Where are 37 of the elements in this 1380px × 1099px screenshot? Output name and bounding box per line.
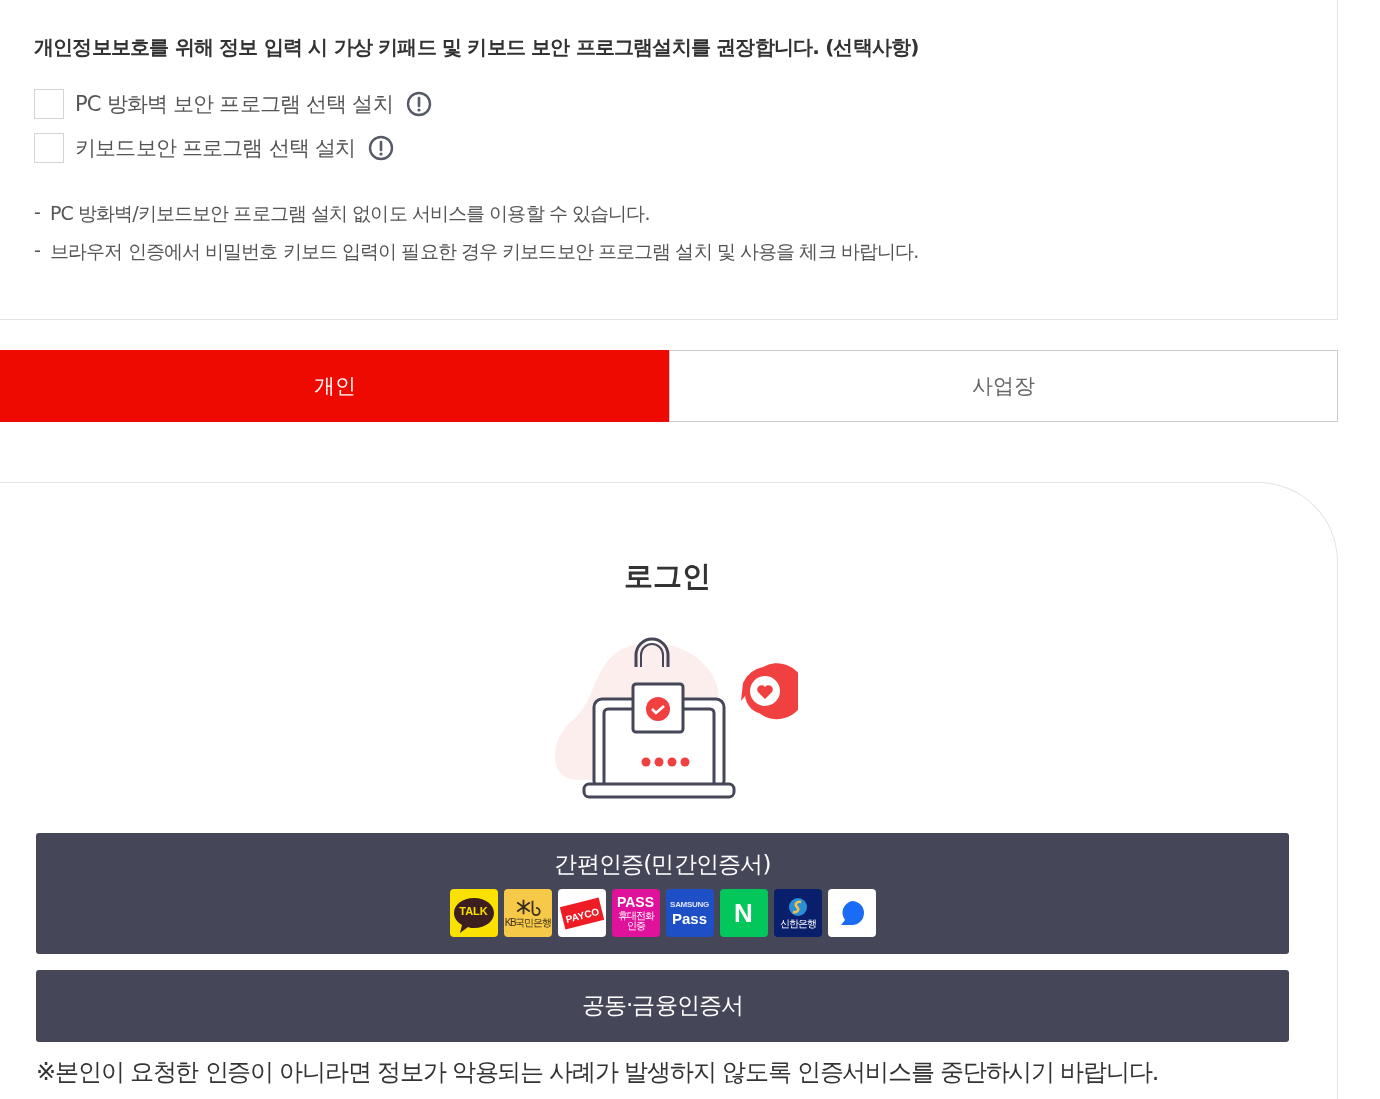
tab[interactable]: 개인 xyxy=(0,350,669,422)
info-icon[interactable] xyxy=(405,91,432,117)
logo-text: PAYCO xyxy=(564,905,600,925)
warning-text: ※본인이 요청한 인증이 아니라면 정보가 악용되는 사례가 발생하지 않도록 인증서비스를 중단하시기 바랍니다. xyxy=(36,1057,1160,1088)
logo-text: TALK xyxy=(459,905,488,917)
info-icon[interactable] xyxy=(368,135,395,161)
auth-method-button[interactable]: 간편인증(민간인증서) TALK KB국민은행 PAYCO PASS 휴대전화 인증 SAMSUNG Pass N 신한은행 xyxy=(36,833,1289,954)
emblem-icon xyxy=(787,897,808,917)
logo-text: Pass xyxy=(671,910,707,926)
note-text: PC 방화벽/키보드보안 프로그램 설치 없이도 서비스를 이용할 수 있습니다. xyxy=(49,201,650,226)
provider-logo[interactable]: SAMSUNG Pass xyxy=(665,889,714,937)
notice-title: 개인정보보호를 위해 정보 입력 시 가상 키패드 및 키보드 보안 프로그램설치를 권장합니다. (선택사항) xyxy=(34,34,920,61)
provider-logo[interactable] xyxy=(827,889,876,937)
login-title: 로그인 xyxy=(624,558,711,595)
checkbox[interactable] xyxy=(34,133,64,163)
tab[interactable]: 사업장 xyxy=(669,350,1338,422)
bullet-dash: - xyxy=(34,201,40,225)
logo-text: PASS xyxy=(616,894,655,909)
logo-text: N xyxy=(734,900,753,926)
method-label: 공동·금융인증서 xyxy=(581,991,744,1020)
checkbox-label[interactable]: PC 방화벽 보안 프로그램 선택 설치 xyxy=(75,90,393,118)
provider-logo[interactable]: KB국민은행 xyxy=(503,889,552,937)
note-text: 브라우저 인증에서 비밀번호 키보드 입력이 필요한 경우 키보드보안 프로그램 설치 및 사용을 체크 바랍니다. xyxy=(49,239,919,264)
provider-logo[interactable]: TALK xyxy=(449,889,498,937)
logo-text: KB국민은행 xyxy=(504,918,551,928)
provider-logo[interactable]: 신한은행 xyxy=(773,889,822,937)
method-label: 간편인증(민간인증서) xyxy=(554,850,771,879)
checkbox-label[interactable]: 키보드보안 프로그램 선택 설치 xyxy=(75,134,356,162)
auth-method-button[interactable]: 공동·금융인증서 xyxy=(36,970,1289,1042)
logo-text: 신한은행 xyxy=(779,919,816,929)
provider-logo[interactable]: PAYCO xyxy=(557,889,606,937)
heart-chat-icon xyxy=(740,663,798,720)
logo-text: 휴대전화 인증 xyxy=(616,910,655,932)
logo-text: SAMSUNG xyxy=(670,900,709,909)
provider-logo[interactable]: PASS 휴대전화 인증 xyxy=(611,889,660,937)
bullet-dash: - xyxy=(34,239,40,263)
checkbox[interactable] xyxy=(34,89,64,119)
